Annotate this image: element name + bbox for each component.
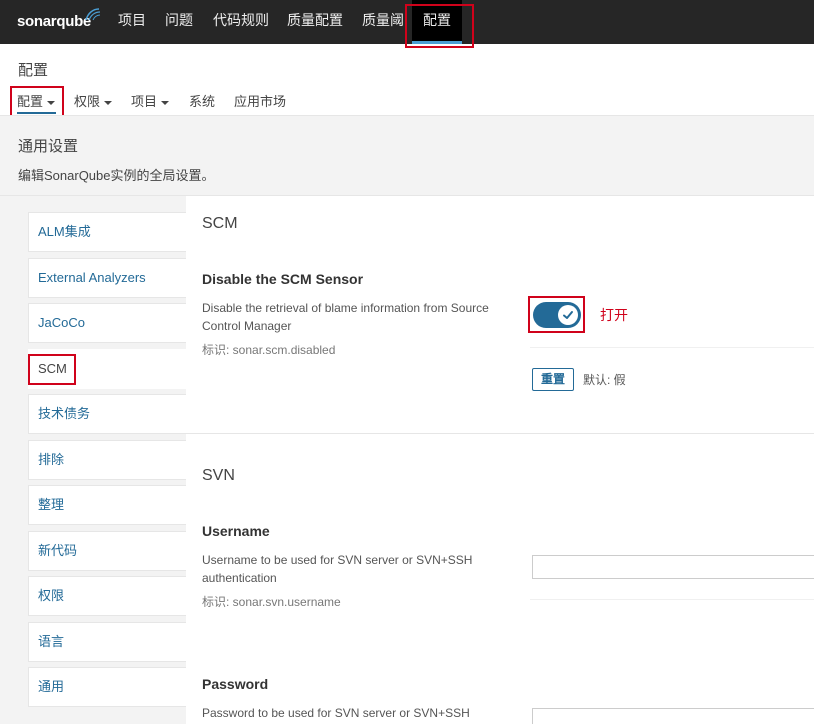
- nav-quality-profiles[interactable]: 质量配置: [287, 0, 343, 44]
- subnav-system[interactable]: 系统: [189, 93, 215, 111]
- caret-down-icon: [47, 100, 56, 105]
- group-title-scm: SCM: [202, 215, 238, 232]
- top-navbar: sonarqube 项目 问题 代码规则 质量配置 质量阈 配置: [0, 0, 814, 44]
- setting-description-line: Password to be used for SVN server or SV…: [202, 706, 470, 720]
- category-housekeeping[interactable]: 整理: [28, 485, 186, 525]
- default-value: 默认: 假: [583, 373, 626, 387]
- category-general[interactable]: 通用: [28, 667, 186, 707]
- caret-down-icon: [104, 100, 113, 105]
- logo-text: sonarqube: [17, 12, 91, 30]
- settings-title: 通用设置: [18, 138, 79, 155]
- category-new-code[interactable]: 新代码: [28, 531, 186, 571]
- setting-description-line: Disable the retrieval of blame informati…: [202, 301, 489, 315]
- setting-title-disable-scm: Disable the SCM Sensor: [202, 271, 364, 287]
- group-title-svn: SVN: [202, 467, 235, 484]
- category-exclusions[interactable]: 排除: [28, 440, 186, 480]
- category-languages[interactable]: 语言: [28, 622, 186, 662]
- disable-scm-toggle[interactable]: [533, 302, 581, 328]
- subnav-active-indicator: [17, 112, 56, 114]
- nav-projects[interactable]: 项目: [118, 0, 146, 44]
- svn-password-input[interactable]: [532, 708, 814, 724]
- setting-title-username: Username: [202, 523, 270, 539]
- nav-administration[interactable]: 配置: [412, 0, 462, 44]
- sonarqube-logo[interactable]: sonarqube: [17, 8, 101, 33]
- setting-key: 标识: sonar.svn.username: [202, 595, 341, 609]
- row-divider: [530, 347, 814, 348]
- row-divider: [530, 599, 814, 600]
- page-title: 配置: [18, 62, 49, 79]
- subnav-marketplace[interactable]: 应用市场: [234, 93, 286, 111]
- reset-button[interactable]: 重置: [532, 368, 574, 391]
- setting-description-line: Username to be used for SVN server or SV…: [202, 553, 473, 567]
- subnav-projects[interactable]: 项目: [131, 93, 170, 111]
- subnav-label: 权限: [74, 94, 101, 109]
- nav-issues[interactable]: 问题: [165, 0, 193, 44]
- category-scm[interactable]: SCM: [28, 349, 188, 389]
- settings-description: 编辑SonarQube实例的全局设置。: [18, 168, 215, 183]
- svn-username-input[interactable]: [532, 555, 814, 579]
- group-divider: [186, 433, 814, 434]
- setting-title-password: Password: [202, 676, 269, 692]
- caret-down-icon: [161, 100, 170, 105]
- setting-description-line: Control Manager: [202, 319, 292, 333]
- category-permissions[interactable]: 权限: [28, 576, 186, 616]
- check-icon: [563, 311, 573, 319]
- subnav-security[interactable]: 权限: [74, 93, 113, 111]
- category-alm[interactable]: ALM集成: [28, 212, 186, 252]
- setting-key: 标识: sonar.scm.disabled: [202, 343, 336, 357]
- sonar-waves-icon: [85, 8, 101, 21]
- category-jacoco[interactable]: JaCoCo: [28, 303, 186, 343]
- subnav-label: 配置: [17, 94, 44, 109]
- category-technical-debt[interactable]: 技术债务: [28, 394, 186, 434]
- toggle-knob: [558, 305, 578, 325]
- subnav-label: 项目: [131, 94, 158, 109]
- subnav-configuration[interactable]: 配置: [17, 93, 56, 111]
- nav-rules[interactable]: 代码规则: [213, 0, 269, 44]
- annotation-open: 打开: [600, 307, 628, 323]
- nav-quality-gates[interactable]: 质量阈: [362, 0, 404, 44]
- setting-description-line: authentication: [202, 571, 277, 585]
- category-external-analyzers[interactable]: External Analyzers: [28, 258, 186, 298]
